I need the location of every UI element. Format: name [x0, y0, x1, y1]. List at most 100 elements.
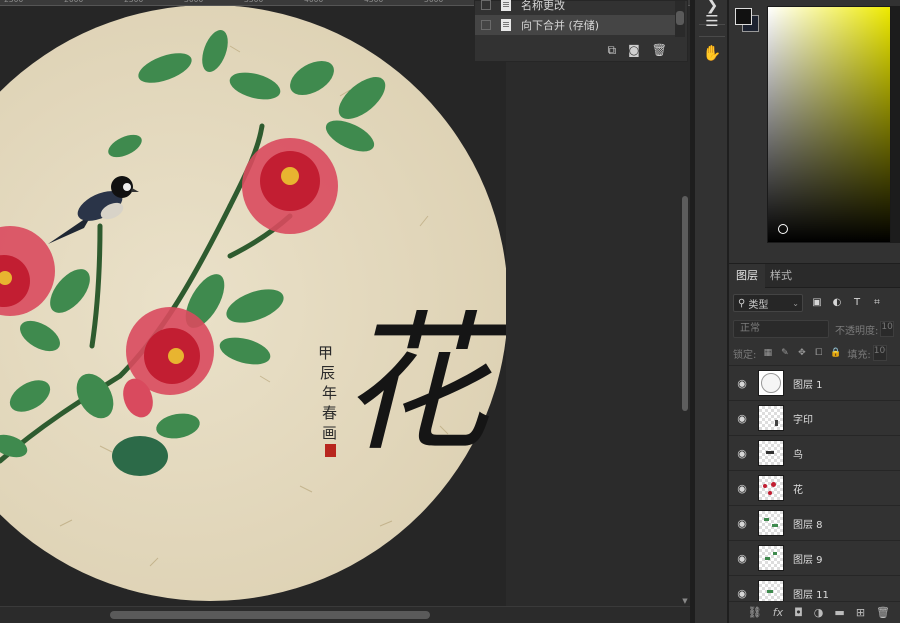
layer-name[interactable]: 字印	[793, 411, 813, 426]
panel-icon-column: ❯ ☰ ✋	[694, 0, 728, 623]
hand-tool-icon[interactable]: ✋	[698, 40, 726, 66]
visibility-eye-icon[interactable]: ◉	[729, 377, 755, 390]
lock-row: 锁定: ▦ ✎ ✥ ⧠ 🔒 填充: 100%	[733, 343, 900, 363]
layer-thumbnail	[758, 440, 784, 466]
artboard-area[interactable]: 花 甲 辰 年 春 画	[0, 6, 506, 606]
trash-icon[interactable]: 🗑	[652, 43, 667, 57]
history-panel: 名称更改 向下合并 (存储) ⧉ ◙ 🗑	[474, 0, 688, 62]
svg-text:甲: 甲	[318, 344, 333, 362]
properties-sliders-icon[interactable]: ☰	[698, 8, 726, 34]
layers-footer: ⛓ fx ◘ ◑ ▬ ⊞ 🗑	[729, 601, 900, 623]
ruler-tick-label: 4500	[364, 0, 383, 4]
layer-row[interactable]: ◉ 鸟	[729, 436, 900, 471]
calligraphy: 花	[340, 298, 506, 472]
blend-row: 正常 不透明度: 100%	[733, 319, 900, 339]
history-item[interactable]: 名称更改	[475, 0, 675, 15]
layer-row[interactable]: ◉ 花	[729, 471, 900, 506]
visibility-eye-icon[interactable]: ◉	[729, 517, 755, 530]
layer-thumbnail	[758, 405, 784, 431]
layer-row[interactable]: ◉ 字印	[729, 401, 900, 436]
color-swatches[interactable]	[735, 8, 761, 34]
layer-name[interactable]: 图层 11	[793, 586, 829, 601]
history-scrollbar[interactable]	[675, 1, 685, 37]
lock-position-icon[interactable]: ✥	[796, 348, 807, 359]
history-state-icon	[501, 19, 511, 31]
history-item-label: 向下合并 (存储)	[521, 19, 600, 32]
opacity-label: 不透明度:	[835, 325, 879, 337]
ruler-tick-label: 3500	[244, 0, 263, 4]
search-icon: ⚲	[738, 297, 746, 309]
layer-row[interactable]: ◉ 图层 1	[729, 366, 900, 401]
tab-styles[interactable]: 样式	[763, 264, 799, 288]
ruler-tick-label: 2500	[124, 0, 143, 4]
ruler-tick-label: 2500	[4, 0, 23, 4]
snapshot-source-checkbox[interactable]	[481, 0, 491, 10]
lock-image-pixels-icon[interactable]: ✎	[779, 348, 790, 359]
layer-name[interactable]: 图层 9	[793, 551, 823, 566]
svg-text:辰: 辰	[320, 364, 335, 382]
canvas-dark-background	[506, 60, 680, 606]
svg-text:花: 花	[340, 298, 506, 472]
layer-row[interactable]: ◉ 图层 9	[729, 541, 900, 576]
type-filter-icon[interactable]: T	[851, 297, 863, 309]
svg-text:春: 春	[322, 404, 337, 422]
layer-thumbnail	[758, 370, 784, 396]
layer-name[interactable]: 鸟	[793, 446, 803, 461]
layer-filter-select[interactable]: ⚲ 类型 ⌄	[733, 294, 803, 312]
lock-all-icon[interactable]: 🔒	[830, 348, 841, 359]
lock-transparent-pixels-icon[interactable]: ▦	[762, 348, 773, 359]
new-snapshot-icon[interactable]: ⧉	[608, 43, 617, 58]
layer-name[interactable]: 花	[793, 481, 803, 496]
visibility-eye-icon[interactable]: ◉	[729, 482, 755, 495]
layer-list: ◉ 图层 1 ◉ 字印 ◉ 鸟 ◉ 花 ◉ 图层 8 ◉ 图层 9 ◉ 图层 1…	[729, 365, 900, 601]
svg-text:年: 年	[322, 384, 337, 402]
visibility-eye-icon[interactable]: ◉	[729, 412, 755, 425]
layers-tabs: 图层 样式	[729, 263, 900, 288]
history-item-selected[interactable]: 向下合并 (存储)	[475, 15, 675, 35]
adjustment-icon[interactable]: ◑	[814, 606, 824, 619]
opacity-input[interactable]: 100%	[880, 321, 895, 337]
scroll-down-icon[interactable]: ▼	[680, 596, 690, 606]
color-picker-field[interactable]	[767, 6, 891, 243]
layer-row[interactable]: ◉ 图层 8	[729, 506, 900, 541]
red-seal	[325, 444, 336, 457]
visibility-eye-icon[interactable]: ◉	[729, 552, 755, 565]
camera-icon[interactable]: ◙	[628, 43, 640, 57]
link-icon[interactable]: ⛓	[748, 606, 762, 619]
lock-label: 锁定:	[733, 349, 757, 361]
layer-thumbnail	[758, 580, 784, 601]
svg-text:画: 画	[322, 424, 337, 442]
fill-label: 填充:	[847, 349, 871, 361]
document-canvas[interactable]: 2500200025003000350040004500500055006000…	[0, 0, 690, 606]
visibility-eye-icon[interactable]: ◉	[729, 587, 755, 600]
shape-filter-icon[interactable]: ⌗	[871, 297, 883, 309]
ruler-tick-label: 2000	[64, 0, 83, 4]
delete-layer-icon[interactable]: 🗑	[876, 606, 890, 619]
horizontal-scroll-thumb[interactable]	[110, 611, 430, 619]
layer-name[interactable]: 图层 8	[793, 516, 823, 531]
fx-icon[interactable]: fx	[773, 606, 783, 619]
snapshot-source-checkbox[interactable]	[481, 20, 491, 30]
hue-slider[interactable]	[891, 6, 900, 243]
vertical-scroll-thumb[interactable]	[682, 196, 688, 411]
new-layer-icon[interactable]: ⊞	[856, 606, 865, 619]
mask-icon[interactable]: ◘	[794, 606, 803, 619]
layer-thumbnail	[758, 510, 784, 536]
image-filter-icon[interactable]: ▣	[811, 297, 823, 309]
foreground-color-swatch[interactable]	[735, 8, 752, 25]
group-folder-icon[interactable]: ▬	[834, 606, 844, 619]
layer-row[interactable]: ◉ 图层 11	[729, 576, 900, 601]
lock-artboard-icon[interactable]: ⧠	[813, 348, 824, 359]
visibility-eye-icon[interactable]: ◉	[729, 447, 755, 460]
blend-mode-select[interactable]: 正常	[733, 320, 829, 338]
canvas-horizontal-scrollbar[interactable]	[0, 606, 690, 623]
tab-layers[interactable]: 图层	[729, 264, 765, 288]
canvas-vertical-scrollbar[interactable]: ▲ ▼	[680, 6, 690, 606]
chevron-down-icon: ⌄	[792, 298, 799, 308]
layer-name[interactable]: 图层 1	[793, 376, 823, 391]
fill-input[interactable]: 100%	[872, 345, 887, 361]
color-picker-cursor[interactable]	[778, 224, 788, 234]
adjustment-filter-icon[interactable]: ◐	[831, 297, 843, 309]
artwork: 花 甲 辰 年 春 画	[0, 6, 506, 601]
history-footer: ⧉ ◙ 🗑	[475, 39, 687, 61]
